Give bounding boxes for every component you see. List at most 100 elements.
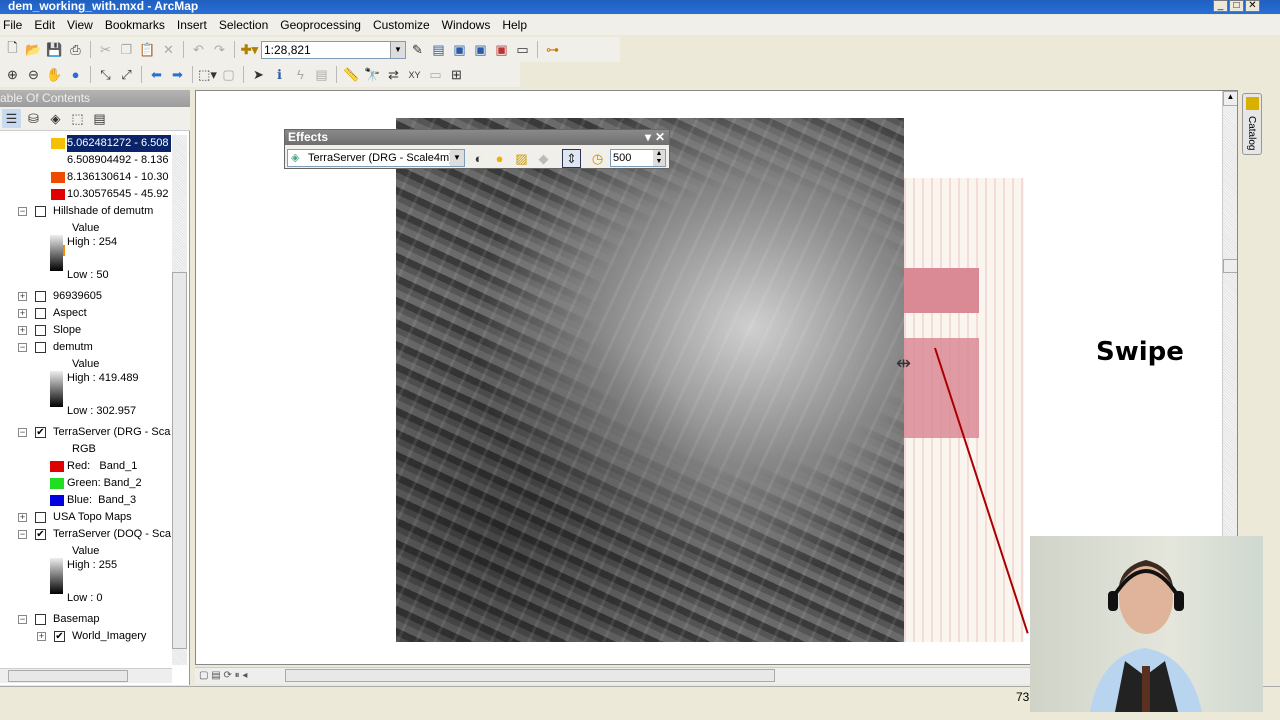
scroll-up-icon[interactable]: ▲: [1223, 91, 1237, 106]
layer-usa-topo-maps[interactable]: USA Topo Maps: [53, 509, 132, 526]
copy-icon[interactable]: ❐: [117, 40, 136, 59]
map-scale-combo[interactable]: 1:28,821 ▼: [261, 40, 406, 59]
chevron-down-icon[interactable]: ▼: [390, 41, 405, 58]
forward-arrow-icon[interactable]: ➡: [168, 65, 187, 84]
layer-terraserver-drg[interactable]: TerraServer (DRG - Scale: [53, 424, 171, 441]
find-icon[interactable]: 🔭: [363, 65, 382, 84]
layer-aspect[interactable]: Aspect: [53, 305, 87, 322]
layer-checkbox[interactable]: [35, 291, 46, 302]
new-document-icon[interactable]: 🗋: [3, 40, 22, 59]
layer-checkbox[interactable]: [35, 614, 46, 625]
expand-icon[interactable]: +: [18, 309, 27, 318]
scroll-thumb[interactable]: [1223, 259, 1237, 273]
menu-insert[interactable]: Insert: [174, 18, 216, 32]
close-icon[interactable]: ✕: [655, 130, 665, 145]
list-by-source-icon[interactable]: ⛁: [24, 109, 43, 128]
select-elements-icon[interactable]: ➤: [249, 65, 268, 84]
collapse-icon[interactable]: −: [18, 530, 27, 539]
add-data-icon[interactable]: ✚▾: [240, 40, 259, 59]
menu-bookmarks[interactable]: Bookmarks: [102, 18, 174, 32]
layer-checkbox-checked[interactable]: ✔: [35, 529, 46, 540]
layer-terraserver-doq[interactable]: TerraServer (DOQ - Scal: [53, 526, 171, 543]
spinner-icon[interactable]: ▲ ▼: [653, 150, 665, 166]
magnifier-window-icon[interactable]: ⊞: [447, 65, 466, 84]
layer-checkbox[interactable]: [35, 512, 46, 523]
python-window-icon[interactable]: ▭: [513, 40, 532, 59]
back-arrow-icon[interactable]: ⬅: [147, 65, 166, 84]
dropdown-icon[interactable]: ▾: [645, 130, 651, 145]
fixed-zoom-in-icon[interactable]: ⤡: [96, 65, 115, 84]
toc-vertical-scrollbar[interactable]: [172, 135, 187, 665]
delete-icon[interactable]: ✕: [159, 40, 178, 59]
hyperlink-icon[interactable]: ϟ: [291, 65, 310, 84]
go-to-xy-icon[interactable]: XY: [405, 65, 424, 84]
select-features-icon[interactable]: ⬚▾: [198, 65, 217, 84]
scroll-thumb[interactable]: [172, 272, 187, 649]
layer-checkbox-checked[interactable]: ✔: [54, 631, 65, 642]
cut-icon[interactable]: ✂: [96, 40, 115, 59]
time-slider-icon[interactable]: ▭: [426, 65, 445, 84]
legend-class[interactable]: 10.30576545 - 45.92: [67, 186, 169, 203]
toc-horizontal-scrollbar[interactable]: [0, 668, 172, 683]
layer-checkbox-checked[interactable]: ✔: [35, 427, 46, 438]
editor-toolbar-icon[interactable]: ✎: [408, 40, 427, 59]
layer-hillshade[interactable]: Hillshade of demutm: [53, 203, 153, 220]
layout-view-buttons[interactable]: ▢ ▤ ⟳ ⏸ ◂: [199, 670, 247, 681]
layer-checkbox[interactable]: [35, 342, 46, 353]
menu-selection[interactable]: Selection: [216, 18, 277, 32]
options-icon[interactable]: ▤: [90, 109, 109, 128]
zoom-out-icon[interactable]: ⊖: [24, 65, 43, 84]
arctoolbox-icon[interactable]: ▣: [492, 40, 511, 59]
flicker-icon[interactable]: ◆: [534, 149, 553, 168]
maximize-button[interactable]: □: [1229, 0, 1244, 12]
collapse-icon[interactable]: −: [18, 207, 27, 216]
layer-checkbox[interactable]: [35, 325, 46, 336]
paste-icon[interactable]: 📋: [138, 40, 157, 59]
effects-layer-select[interactable]: ◈ TerraServer (DRG - Scale4m) ▼: [287, 149, 465, 167]
scroll-thumb[interactable]: [8, 670, 128, 682]
layer-checkbox[interactable]: [35, 308, 46, 319]
find-route-icon[interactable]: ⇄: [384, 65, 403, 84]
menu-edit[interactable]: Edit: [31, 18, 64, 32]
chevron-down-icon[interactable]: ▼: [450, 150, 464, 166]
identify-icon[interactable]: ℹ: [270, 65, 289, 84]
search-window-icon[interactable]: ▣: [471, 40, 490, 59]
effects-title-bar[interactable]: Effects ▾ ✕: [285, 130, 669, 145]
legend-class[interactable]: 8.136130614 - 10.30: [67, 169, 169, 186]
legend-class[interactable]: 6.508904492 - 8.136: [67, 152, 169, 169]
transparency-icon[interactable]: ▨: [512, 149, 531, 168]
close-button[interactable]: ✕: [1245, 0, 1260, 12]
minimize-button[interactable]: _: [1213, 0, 1228, 12]
collapse-icon[interactable]: −: [18, 343, 27, 352]
expand-icon[interactable]: +: [18, 326, 27, 335]
layer-checkbox[interactable]: [35, 206, 46, 217]
expand-icon[interactable]: +: [18, 292, 27, 301]
full-extent-icon[interactable]: ●: [66, 65, 85, 84]
clear-selection-icon[interactable]: ▢: [219, 65, 238, 84]
swipe-tool-icon[interactable]: ⇕: [562, 149, 581, 168]
open-icon[interactable]: 📂: [24, 40, 43, 59]
menu-view[interactable]: View: [64, 18, 102, 32]
pan-icon[interactable]: ✋: [45, 65, 64, 84]
fixed-zoom-out-icon[interactable]: ⤢: [117, 65, 136, 84]
contrast-icon[interactable]: ◐: [469, 149, 488, 168]
layer-slope[interactable]: Slope: [53, 322, 81, 339]
expand-icon[interactable]: +: [37, 632, 46, 641]
modelbuilder-icon[interactable]: ⊶: [543, 40, 562, 59]
flicker-rate-icon[interactable]: ◷: [588, 149, 607, 168]
catalog-tab[interactable]: Catalog: [1242, 93, 1262, 155]
undo-icon[interactable]: ↶: [189, 40, 208, 59]
redo-icon[interactable]: ↷: [210, 40, 229, 59]
menu-windows[interactable]: Windows: [439, 18, 500, 32]
print-icon[interactable]: ⎙: [66, 40, 85, 59]
expand-icon[interactable]: +: [18, 513, 27, 522]
layer-basemap[interactable]: Basemap: [53, 611, 99, 628]
toc-window-icon[interactable]: ▤: [429, 40, 448, 59]
list-by-drawing-order-icon[interactable]: ☰: [2, 109, 21, 128]
legend-class[interactable]: 5.062481272 - 6.508: [67, 135, 171, 152]
scroll-thumb[interactable]: [285, 669, 775, 682]
catalog-window-icon[interactable]: ▣: [450, 40, 469, 59]
layer-world-imagery[interactable]: World_Imagery: [72, 628, 146, 645]
measure-icon[interactable]: 📏: [342, 65, 361, 84]
collapse-icon[interactable]: −: [18, 428, 27, 437]
